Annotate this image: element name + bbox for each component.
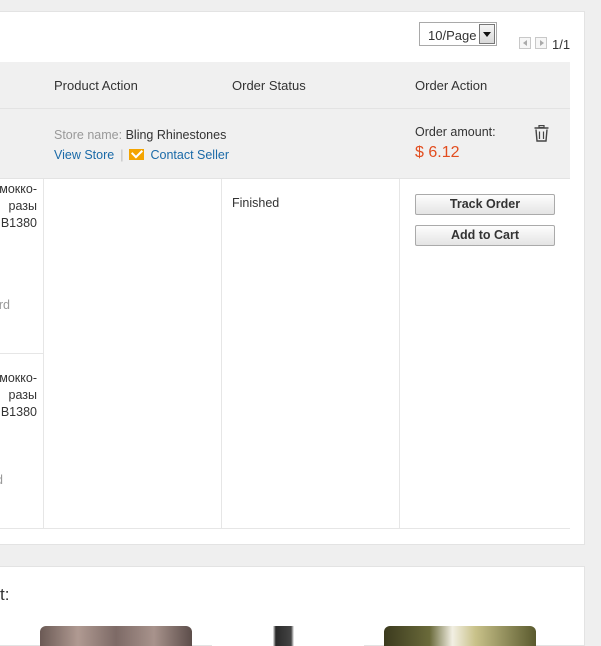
store-links: View Store | Contact Seller [54,148,229,162]
product-text: мокко- [0,371,37,385]
store-name-value: Bling Rhinestones [125,128,227,142]
store-name: Store name: Bling Rhinestones [54,128,226,142]
per-page-select[interactable]: 10/Page [419,22,497,46]
track-order-button[interactable]: Track Order [415,194,555,215]
column-divider [43,179,44,528]
contact-seller-link[interactable]: Contact Seller [129,148,229,162]
recommendations-title: t: [0,585,10,604]
product-text: B1380 [0,216,37,230]
product-text: мокко- [0,182,37,196]
column-divider [399,179,400,528]
product-thumbnail[interactable] [40,626,192,646]
product-text: разы [8,388,37,402]
link-separator: | [120,148,124,162]
prev-page-icon[interactable] [519,37,531,49]
product-thumbnail[interactable] [384,626,536,646]
column-order-status: Order Status [232,78,306,93]
mail-icon [129,149,145,160]
product-column: мокко- разы B1380 rd мокко- разы B1380 d [0,179,40,528]
order-amount-label: Order amount: [415,125,496,139]
table-bottom-border [0,528,570,529]
add-to-cart-button[interactable]: Add to Cart [415,225,555,246]
product-thumbnail[interactable] [212,626,364,646]
trash-icon[interactable] [534,125,549,142]
view-store-link[interactable]: View Store [54,148,114,162]
product-text-muted: d [0,472,3,489]
column-product-action: Product Action [54,78,138,93]
store-name-label: Store name: [54,128,123,142]
product-text: разы [8,199,37,213]
per-page-value: 10/Page [428,28,477,43]
order-amount-value: $ 6.12 [415,144,460,161]
store-row: Store name: Bling Rhinestones View Store… [0,109,570,179]
product-text: B1380 [0,405,37,419]
column-order-action: Order Action [415,78,488,93]
page-count: 1/1 [552,37,571,52]
contact-seller-label: Contact Seller [150,148,229,162]
product-text-muted: rd [0,298,10,312]
next-page-icon[interactable] [535,37,547,49]
table-header: Product Action Order Status Order Action [0,62,570,109]
order-status: Finished [232,196,280,210]
column-divider [221,179,222,528]
chevron-down-icon[interactable] [479,24,495,44]
